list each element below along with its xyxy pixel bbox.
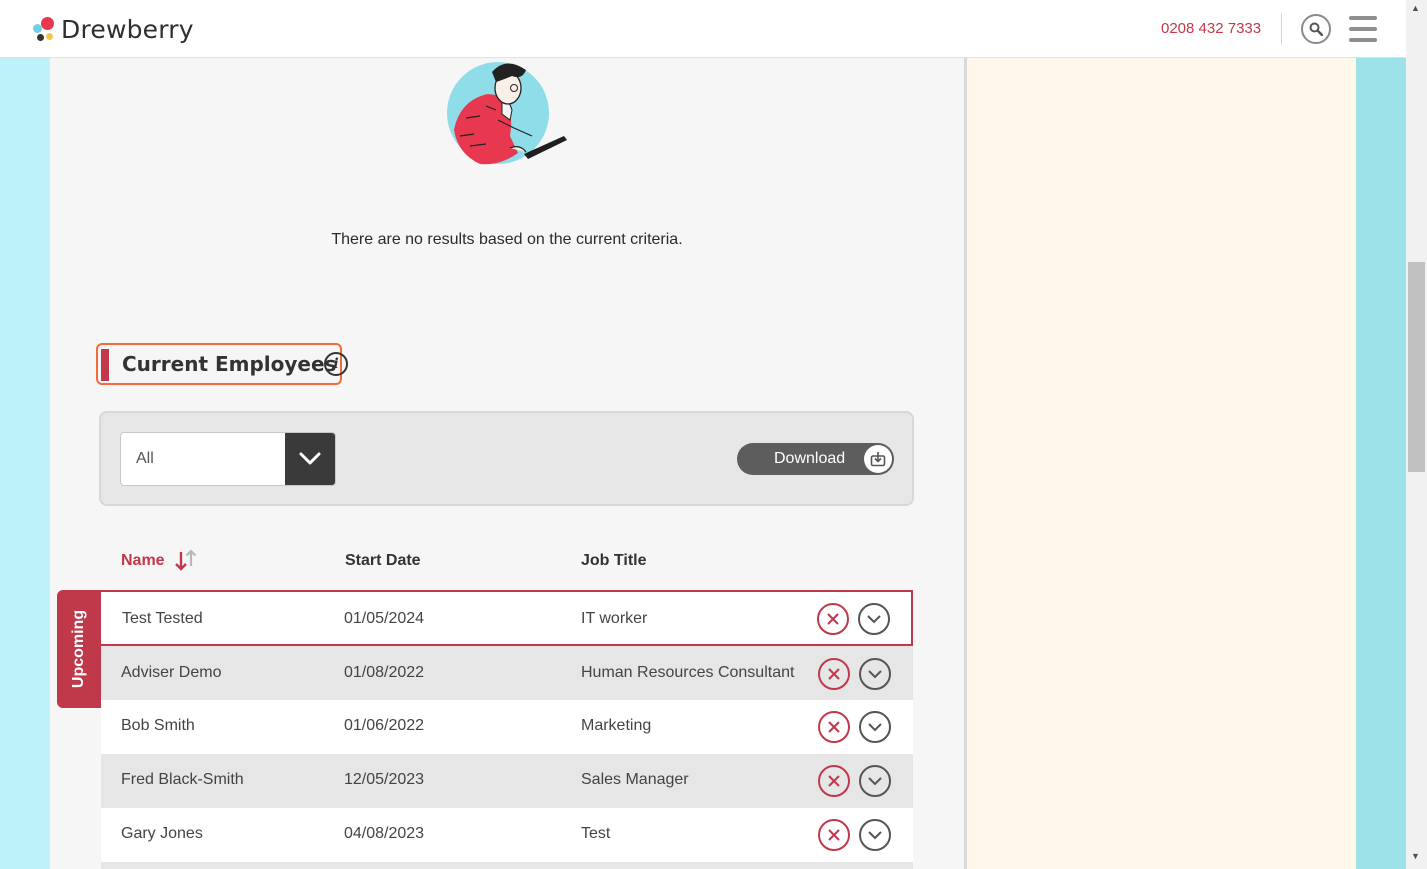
employee-start-date: 01/08/2022 xyxy=(344,664,425,681)
close-icon xyxy=(828,829,840,841)
status-filter-value: All xyxy=(136,450,154,467)
table-row[interactable]: Test Tested 01/05/2024 IT worker xyxy=(101,590,913,646)
phone-link[interactable]: 0208 432 7333 xyxy=(1161,20,1261,37)
page-margin-left xyxy=(0,58,50,869)
search-icon xyxy=(1309,22,1323,36)
expand-row-button[interactable] xyxy=(859,658,891,690)
hamburger-menu-icon[interactable] xyxy=(1349,16,1377,42)
sort-icon[interactable] xyxy=(174,548,200,572)
download-icon xyxy=(864,445,892,473)
chevron-down-icon xyxy=(868,831,882,840)
scroll-up-arrow-icon[interactable]: ▲ xyxy=(1411,3,1420,13)
close-icon xyxy=(828,668,840,680)
select-dropdown-toggle[interactable] xyxy=(285,433,335,485)
expand-row-button[interactable] xyxy=(859,819,891,851)
table-row[interactable]: Fred Black-Smith 12/05/2023 Sales Manage… xyxy=(101,754,913,808)
employee-name: Adviser Demo xyxy=(121,664,222,681)
upcoming-label: Upcoming xyxy=(70,609,87,689)
expand-row-button[interactable] xyxy=(859,765,891,797)
close-icon xyxy=(827,613,839,625)
employee-job-title: Marketing xyxy=(581,717,652,734)
search-button[interactable] xyxy=(1301,14,1331,44)
table-row[interactable]: Bob Smith 01/06/2022 Marketing xyxy=(101,700,913,754)
sidebar-panel xyxy=(967,58,1356,869)
employee-start-date: 01/06/2022 xyxy=(344,717,425,734)
employee-name: Fred Black-Smith xyxy=(121,771,244,788)
scrollbar-thumb[interactable] xyxy=(1408,262,1425,472)
brand-name: Drewberry xyxy=(61,14,194,44)
employee-name: Gary Jones xyxy=(121,825,203,842)
chevron-down-icon xyxy=(867,615,881,624)
expand-row-button[interactable] xyxy=(858,603,890,635)
employee-name: Test Tested xyxy=(122,610,203,627)
section-title-text: Current Employees xyxy=(122,352,337,376)
scroll-down-arrow-icon[interactable]: ▼ xyxy=(1411,851,1420,861)
remove-employee-button[interactable] xyxy=(818,658,850,690)
remove-employee-button[interactable] xyxy=(818,819,850,851)
employee-start-date: 12/05/2023 xyxy=(344,771,425,788)
expand-row-button[interactable] xyxy=(859,711,891,743)
brand-logo[interactable]: Drewberry xyxy=(31,12,194,46)
employee-job-title: Human Resources Consultant xyxy=(581,664,795,681)
remove-employee-button[interactable] xyxy=(818,711,850,743)
table-row xyxy=(101,862,913,869)
chevron-down-icon xyxy=(299,452,321,465)
remove-employee-button[interactable] xyxy=(817,603,849,635)
employee-start-date: 04/08/2023 xyxy=(344,825,425,842)
no-results-message: There are no results based on the curren… xyxy=(331,231,683,248)
heading-accent-bar xyxy=(101,349,109,381)
logo-mark-icon xyxy=(31,15,57,43)
download-button-label: Download xyxy=(774,450,846,467)
column-header-job-title[interactable]: Job Title xyxy=(581,552,647,570)
info-icon[interactable]: i xyxy=(324,352,348,376)
site-header: Drewberry 0208 432 7333 xyxy=(0,0,1406,58)
employee-job-title: Sales Manager xyxy=(581,771,689,788)
download-button[interactable]: Download xyxy=(737,443,894,475)
header-divider xyxy=(1281,13,1282,45)
chevron-down-icon xyxy=(868,670,882,679)
upcoming-badge: Upcoming xyxy=(57,590,101,708)
empty-state-illustration xyxy=(447,62,567,165)
remove-employee-button[interactable] xyxy=(818,765,850,797)
chevron-down-icon xyxy=(868,777,882,786)
table-row[interactable]: Gary Jones 04/08/2023 Test xyxy=(101,808,913,862)
table-row[interactable]: Adviser Demo 01/08/2022 Human Resources … xyxy=(101,646,913,700)
employee-job-title: Test xyxy=(581,825,611,842)
employee-start-date: 01/05/2024 xyxy=(344,610,425,627)
employee-name: Bob Smith xyxy=(121,717,195,734)
column-header-name[interactable]: Name xyxy=(121,552,165,570)
close-icon xyxy=(828,721,840,733)
chevron-down-icon xyxy=(868,723,882,732)
section-heading: Current Employees xyxy=(96,343,343,385)
page-margin-right xyxy=(1356,58,1406,869)
close-icon xyxy=(828,775,840,787)
employee-job-title: IT worker xyxy=(581,610,648,627)
column-header-start-date[interactable]: Start Date xyxy=(345,552,421,570)
